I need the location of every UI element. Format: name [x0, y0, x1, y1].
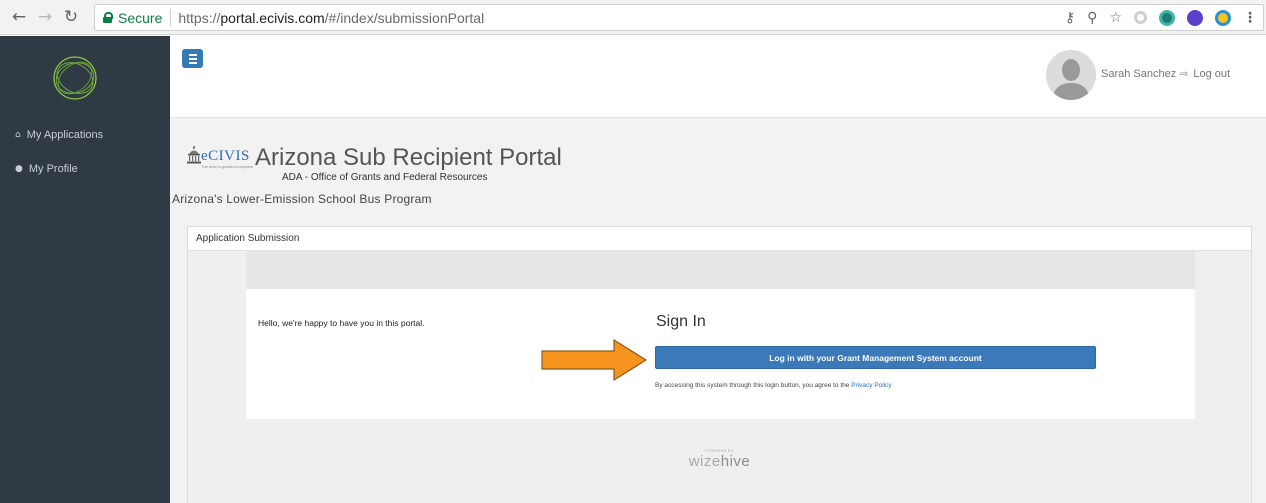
signin-title: Sign In: [656, 313, 706, 330]
secure-label: Secure: [118, 9, 163, 26]
ecivis-wordmark: eCIVIS: [201, 148, 250, 164]
top-bar: Sarah Sanchez ⇨ Log out: [170, 36, 1266, 118]
ecivis-brand: eCIVIS The best in grants ecosystem: [187, 146, 258, 169]
lock-icon: [103, 12, 113, 23]
extension-teal-icon[interactable]: [1159, 9, 1175, 26]
sidebar-item-label: My Applications: [26, 129, 104, 141]
logout-link[interactable]: ⇨ Log out: [1180, 68, 1230, 80]
logout-label: Log out: [1193, 68, 1231, 80]
browser-toolbar: ← → ↻ Secure https://portal.ecivis.com/#…: [0, 0, 1266, 35]
wizehive-logo[interactable]: wizehive: [188, 453, 1251, 470]
extension-purple-icon[interactable]: [1187, 9, 1203, 26]
terms-text: By accessing this system through this lo…: [655, 382, 892, 389]
avatar[interactable]: [1046, 50, 1096, 100]
panel-body: Hello, we're happy to have you in this p…: [188, 251, 1251, 503]
signin-card: Hello, we're happy to have you in this p…: [246, 289, 1195, 419]
forward-arrow-icon[interactable]: →: [32, 4, 58, 30]
sign-out-icon: ⇨: [1180, 68, 1189, 80]
ecivis-logo: eCIVIS The best in grants ecosystem: [187, 146, 253, 169]
ecivis-tagline: The best in grants ecosystem: [201, 164, 254, 169]
browser-menu-icon[interactable]: ⋮: [1243, 10, 1257, 26]
program-name: Arizona's Lower-Emission School Bus Prog…: [172, 192, 432, 206]
powered-by-footer: POWERED BY wizehive: [188, 449, 1251, 470]
extension-yellow-icon[interactable]: [1215, 9, 1231, 26]
url-text[interactable]: https://portal.ecivis.com/#/index/submis…: [171, 10, 484, 26]
orange-arrow-icon: [541, 339, 648, 381]
panel-heading: Application Submission: [188, 227, 1251, 251]
key-icon[interactable]: ⚷: [1065, 10, 1075, 26]
application-submission-panel: Application Submission Hello, we're happ…: [187, 226, 1252, 503]
menu-toggle-button[interactable]: [182, 49, 203, 68]
bookmark-star-icon[interactable]: ☆: [1109, 10, 1122, 26]
sidebar: ⌂ My Applications ● My Profile: [0, 36, 170, 503]
page-title: Arizona Sub Recipient Portal: [255, 144, 562, 171]
address-bar[interactable]: Secure https://portal.ecivis.com/#/index…: [94, 4, 1264, 31]
privacy-policy-link[interactable]: Privacy Policy: [851, 382, 891, 389]
sidebar-item-my-applications[interactable]: ⌂ My Applications: [15, 129, 103, 141]
capitol-icon: [187, 146, 201, 164]
page-subtitle: ADA - Office of Grants and Federal Resou…: [282, 172, 488, 183]
zoom-icon[interactable]: ⚲: [1087, 10, 1097, 26]
welcome-text: Hello, we're happy to have you in this p…: [258, 318, 425, 328]
main-content: eCIVIS The best in grants ecosystem Ariz…: [170, 118, 1266, 503]
home-icon: ⌂: [15, 130, 21, 140]
app-logo[interactable]: [48, 51, 102, 105]
reload-icon[interactable]: ↻: [58, 4, 84, 30]
sidebar-item-my-profile[interactable]: ● My Profile: [15, 163, 78, 175]
secure-indicator[interactable]: Secure: [95, 9, 172, 26]
user-name[interactable]: Sarah Sanchez: [1101, 68, 1176, 80]
user-icon: ●: [15, 164, 23, 174]
gms-login-button[interactable]: Log in with your Grant Management System…: [655, 346, 1096, 369]
portal-banner: [246, 251, 1195, 289]
extension-circle-icon[interactable]: [1134, 11, 1147, 24]
sidebar-item-label: My Profile: [28, 163, 78, 175]
back-arrow-icon[interactable]: ←: [6, 4, 32, 30]
